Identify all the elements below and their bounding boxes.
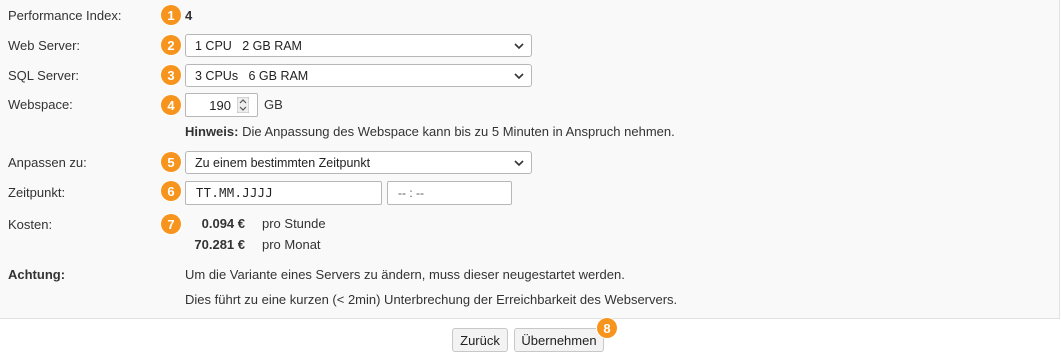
performance-index-value: 4 [185,8,193,23]
costs-label: Kosten: [8,217,53,232]
webspace-value: 190 [209,97,231,113]
web-server-label: Web Server: [8,38,81,53]
performance-index-label: Performance Index: [8,8,122,23]
sql-server-select[interactable]: 3 CPUs 6 GB RAM [185,64,532,87]
cost-hour-amount: 0.094 € [201,216,245,231]
hint-label: Hinweis: [185,124,239,139]
webspace-unit: GB [264,97,283,112]
webspace-input[interactable]: 190 [185,93,258,117]
cost-month-unit: pro Monat [262,237,321,252]
config-panel: Performance Index: 1 4 Web Server: 2 1 C… [0,0,1060,319]
chevron-down-icon [514,160,524,167]
step-badge-6: 6 [161,181,181,201]
step-badge-1: 1 [161,5,181,25]
apply-button[interactable]: Übernehmen [514,328,604,352]
date-placeholder: TT.MM.JJJJ [196,186,274,200]
warning-line-1: Um die Variante eines Servers zu ändern,… [185,267,625,282]
sql-server-label: SQL Server: [8,68,80,83]
hint-text: Die Anpassung des Webspace kann bis zu 5… [238,124,675,139]
cost-hour-unit: pro Stunde [262,216,326,231]
timepoint-label: Zeitpunkt: [8,185,66,200]
date-input[interactable]: TT.MM.JJJJ [185,181,382,205]
step-badge-4: 4 [161,95,181,115]
adjust-to-select[interactable]: Zu einem bestimmten Zeitpunkt [185,151,532,174]
time-input[interactable]: -- : -- [387,181,512,205]
adjust-to-select-value: Zu einem bestimmten Zeitpunkt [195,155,371,170]
step-badge-2: 2 [161,35,181,55]
step-badge-8: 8 [597,318,617,338]
web-server-select[interactable]: 1 CPU 2 GB RAM [185,34,532,57]
step-badge-3: 3 [161,65,181,85]
warning-line-2: Dies führt zu eine kurzen (< 2min) Unter… [185,292,678,307]
sql-server-select-value: 3 CPUs 6 GB RAM [195,68,309,83]
chevron-down-icon [514,43,524,50]
webspace-hint: Hinweis: Die Anpassung des Webspace kann… [185,124,675,139]
step-badge-5: 5 [161,152,181,172]
stepper-icon[interactable] [237,97,249,113]
adjust-to-label: Anpassen zu: [8,155,87,170]
time-placeholder: -- : -- [398,186,424,200]
warning-label: Achtung: [8,267,66,282]
back-button[interactable]: Zurück [452,328,508,352]
web-server-select-value: 1 CPU 2 GB RAM [195,38,302,53]
step-badge-7: 7 [161,214,181,234]
webspace-label: Webspace: [8,97,73,112]
cost-month-amount: 70.281 € [194,237,245,252]
chevron-down-icon [514,73,524,80]
